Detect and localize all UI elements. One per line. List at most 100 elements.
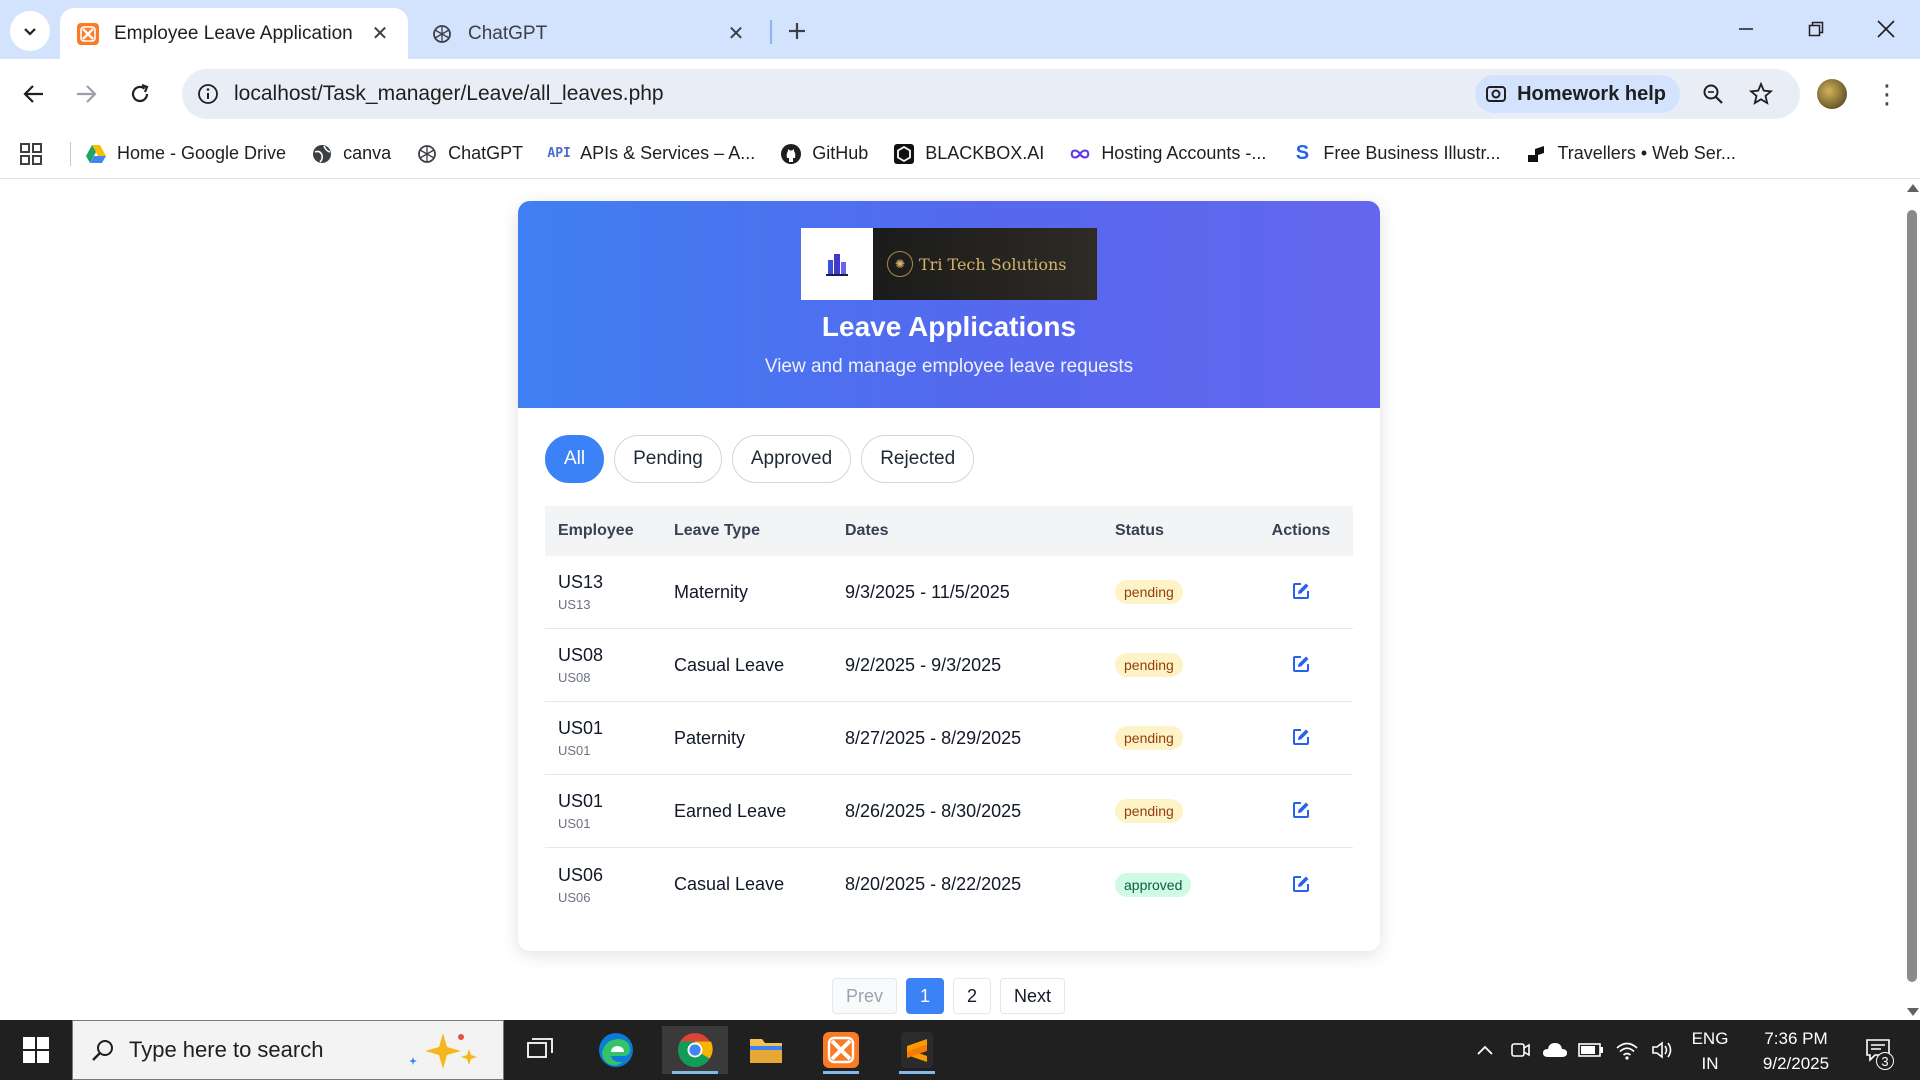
edge-browser-icon[interactable] xyxy=(588,1026,644,1074)
bookmark-label: canva xyxy=(343,143,392,163)
close-tab-icon[interactable]: ✕ xyxy=(368,22,392,46)
bookmark-google-drive[interactable]: Home - Google Drive xyxy=(85,143,286,165)
employee-cell: US08 US08 xyxy=(545,645,674,685)
lens-icon xyxy=(1485,83,1507,105)
bookmark-github[interactable]: GitHub xyxy=(780,143,868,165)
scroll-down-arrow-icon[interactable] xyxy=(1907,1008,1919,1016)
volume-icon[interactable] xyxy=(1648,1020,1678,1080)
bookmark-label: BLACKBOX.AI xyxy=(925,143,1045,163)
tab-search-button[interactable] xyxy=(10,11,50,51)
scroll-up-arrow-icon[interactable] xyxy=(1907,184,1919,192)
chevron-down-icon xyxy=(24,28,36,36)
active-app-indicator xyxy=(899,1071,935,1074)
battery-icon[interactable] xyxy=(1576,1020,1606,1080)
bookmark-canva[interactable]: canva xyxy=(311,143,391,165)
new-tab-button[interactable] xyxy=(780,14,814,48)
table-row: US01 US01 Earned Leave 8/26/2025 - 8/30/… xyxy=(545,775,1353,848)
next-page-button[interactable]: Next xyxy=(1000,978,1066,1014)
system-clock[interactable]: 7:36 PM 9/2/2025 xyxy=(1746,1026,1846,1076)
start-button[interactable] xyxy=(0,1020,72,1080)
prev-page-button[interactable]: Prev xyxy=(832,978,898,1014)
restore-button[interactable] xyxy=(1782,6,1850,52)
bookmark-free-business-illustrations[interactable]: S Free Business Illustr... xyxy=(1291,142,1501,165)
task-view-icon[interactable] xyxy=(512,1026,568,1074)
globe-icon xyxy=(311,143,333,165)
homework-help-button[interactable]: Homework help xyxy=(1475,75,1680,113)
infinity-icon xyxy=(1069,143,1091,165)
filter-approved-button[interactable]: Approved xyxy=(731,435,852,483)
actions-cell xyxy=(1249,652,1353,678)
filter-all-button[interactable]: All xyxy=(545,435,605,483)
tab-chatgpt[interactable]: ChatGPT ✕ xyxy=(414,8,764,59)
clock-time: 7:36 PM xyxy=(1764,1029,1828,1048)
page-2-button[interactable]: 2 xyxy=(953,978,992,1014)
homework-help-label: Homework help xyxy=(1517,82,1666,105)
github-icon xyxy=(780,143,802,165)
xampp-icon xyxy=(76,22,100,46)
bookmark-blackbox[interactable]: BLACKBOX.AI xyxy=(893,143,1044,165)
show-hidden-icons-icon[interactable] xyxy=(1470,1020,1500,1080)
file-explorer-icon[interactable] xyxy=(738,1026,794,1074)
bookmark-label: Travellers • Web Ser... xyxy=(1557,143,1736,163)
active-app-indicator xyxy=(823,1071,859,1074)
edit-icon[interactable] xyxy=(1289,579,1313,603)
bookmark-travellers[interactable]: Travellers • Web Ser... xyxy=(1525,143,1736,165)
employee-id: US13 xyxy=(558,572,604,592)
tab-employee-leave[interactable]: Employee Leave Application ✕ xyxy=(60,8,408,59)
address-bar[interactable]: localhost/Task_manager/Leave/all_leaves.… xyxy=(182,69,1800,119)
page-1-button[interactable]: 1 xyxy=(906,978,945,1014)
close-tab-icon[interactable]: ✕ xyxy=(724,22,748,46)
building-icon xyxy=(801,228,873,300)
xampp-taskbar-icon[interactable] xyxy=(813,1026,869,1074)
active-app-indicator xyxy=(672,1071,718,1074)
wifi-icon[interactable] xyxy=(1612,1020,1642,1080)
actions-cell xyxy=(1249,798,1353,824)
meet-now-icon[interactable] xyxy=(1505,1020,1535,1080)
status-badge: pending xyxy=(1115,726,1183,750)
notification-count-badge: 3 xyxy=(1876,1052,1894,1070)
employee-cell: US06 US06 xyxy=(545,865,674,905)
region-code: IN xyxy=(1701,1054,1719,1073)
page-scrollbar[interactable] xyxy=(1904,180,1920,1020)
employee-id: US08 xyxy=(558,645,604,665)
close-window-button[interactable] xyxy=(1852,6,1920,52)
edit-icon[interactable] xyxy=(1289,652,1313,676)
bookmark-chatgpt[interactable]: ChatGPT xyxy=(416,143,523,165)
bookmark-apis-services[interactable]: API APIs & Services – A... xyxy=(547,143,755,165)
actions-cell xyxy=(1249,872,1353,898)
edit-icon[interactable] xyxy=(1289,725,1313,749)
bookmark-label: GitHub xyxy=(812,143,869,163)
browser-toolbar: localhost/Task_manager/Leave/all_leaves.… xyxy=(0,59,1920,129)
minimize-button[interactable] xyxy=(1712,6,1780,52)
reload-icon xyxy=(131,83,149,103)
employee-sub-id: US01 xyxy=(558,743,591,758)
filter-rejected-button[interactable]: Rejected xyxy=(861,435,975,483)
logo-banner: ✺ Tri Tech Solutions xyxy=(873,228,1097,300)
sublime-text-icon[interactable] xyxy=(889,1026,945,1074)
status-cell: approved xyxy=(1115,872,1249,897)
taskbar-search-box[interactable]: Type here to search xyxy=(72,1020,504,1080)
tab-separator xyxy=(770,20,772,44)
reload-button[interactable] xyxy=(120,74,160,114)
bookmark-star-icon[interactable] xyxy=(1744,77,1778,111)
browser-menu-icon[interactable]: ⋮ xyxy=(1872,77,1902,111)
table-row: US01 US01 Paternity 8/27/2025 - 8/29/202… xyxy=(545,702,1353,775)
filter-pending-button[interactable]: Pending xyxy=(614,435,722,483)
edit-icon[interactable] xyxy=(1289,798,1313,822)
apps-grid-icon[interactable] xyxy=(18,141,44,167)
windows-taskbar: Type here to search ENG IN 7:36 PM 9/2/2… xyxy=(0,1020,1920,1080)
forward-button[interactable] xyxy=(66,74,106,114)
scrollbar-thumb[interactable] xyxy=(1907,210,1917,982)
bookmark-hosting-accounts[interactable]: Hosting Accounts -... xyxy=(1069,143,1266,165)
chrome-taskbar-icon[interactable] xyxy=(662,1026,728,1074)
edit-icon[interactable] xyxy=(1289,872,1313,896)
site-info-icon[interactable] xyxy=(188,74,228,114)
zoom-icon[interactable] xyxy=(1696,77,1730,111)
language-indicator[interactable]: ENG IN xyxy=(1682,1026,1738,1076)
leave-type-cell: Casual Leave xyxy=(674,874,785,894)
back-button[interactable] xyxy=(14,74,54,114)
profile-avatar[interactable] xyxy=(1817,79,1847,109)
onedrive-cloud-icon[interactable] xyxy=(1540,1020,1570,1080)
browser-tab-strip: Employee Leave Application ✕ ChatGPT ✕ xyxy=(0,0,1920,59)
employee-sub-id: US01 xyxy=(558,816,591,831)
